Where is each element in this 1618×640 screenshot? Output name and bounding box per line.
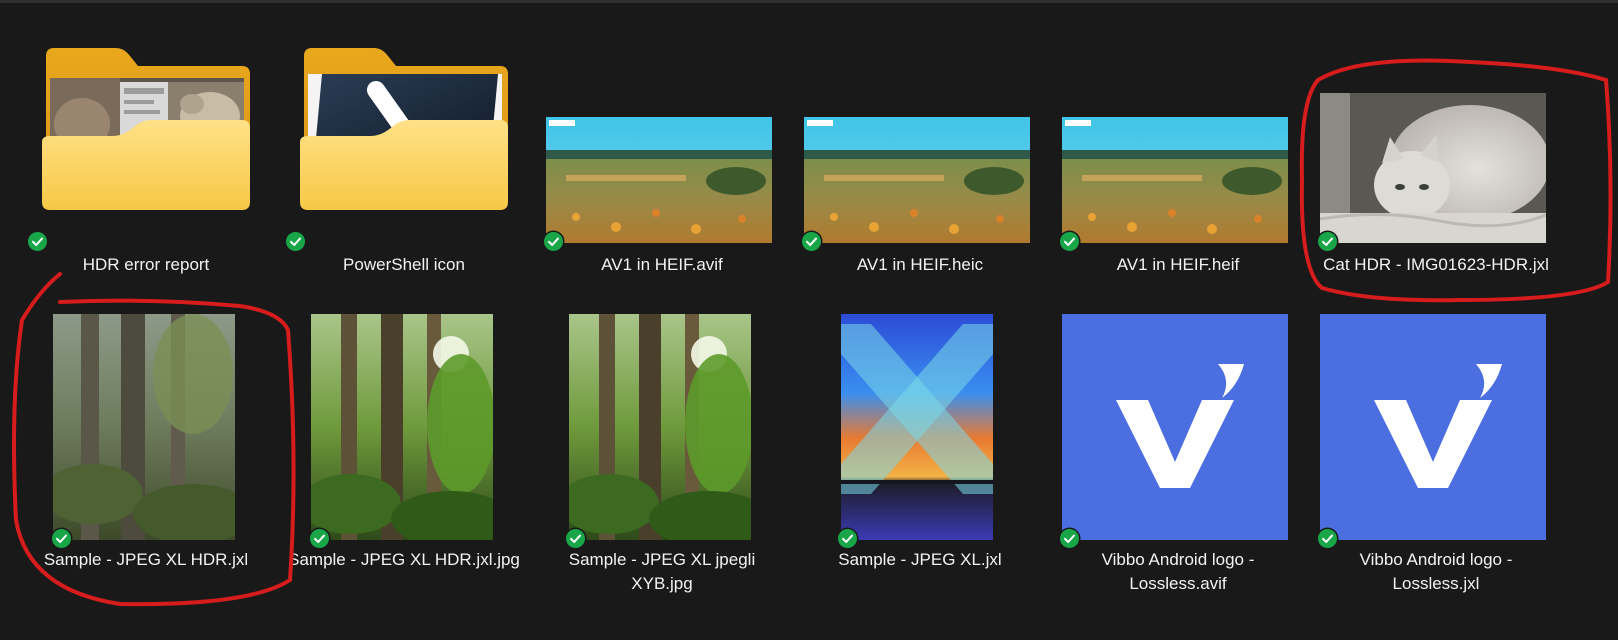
file-name-label: PowerShell icon	[343, 255, 465, 274]
file-name-label: AV1 in HEIF.heif	[1116, 255, 1240, 274]
file-item-vibbo-logo-avif[interactable]: Vibbo Android logo - Lossless.avif	[1046, 294, 1310, 594]
image-thumbnail	[841, 314, 993, 540]
sync-status-check-icon	[1060, 529, 1079, 548]
file-name-label: AV1 in HEIF.avif	[601, 255, 723, 274]
sync-status-check-icon	[802, 232, 821, 251]
file-item-vibbo-logo-jxl[interactable]: Vibbo Android logo - Lossless.jxl	[1304, 294, 1568, 594]
file-name-label-line1: Vibbo Android logo -	[1359, 550, 1513, 569]
image-thumbnail	[546, 117, 772, 243]
file-name-label: AV1 in HEIF.heic	[856, 255, 984, 274]
image-thumbnail	[1062, 117, 1288, 243]
file-name-label: Sample - JPEG XL HDR.jxl	[43, 550, 249, 569]
file-item-sample-jpeg-xl-jxl[interactable]: Sample - JPEG XL.jxl	[788, 294, 1052, 594]
file-item-powershell-icon[interactable]: PowerShell icon	[272, 20, 536, 320]
vibbo-logo-icon	[1320, 314, 1546, 540]
file-item-av1-heif-avif[interactable]: AV1 in HEIF.avif	[530, 20, 794, 320]
sync-status-check-icon	[286, 232, 305, 251]
sync-status-check-icon	[838, 529, 857, 548]
file-name-label-line1: Sample - JPEG XL jpegli	[568, 550, 756, 569]
vibbo-logo-icon	[1062, 314, 1288, 540]
window-top-border	[0, 0, 1618, 3]
file-item-sample-jpeg-xl-hdr-jxl-jpg[interactable]: Sample - JPEG XL HDR.jxl.jpg	[272, 294, 536, 594]
sync-status-check-icon	[28, 232, 47, 251]
file-name-label: HDR error report	[82, 255, 210, 274]
file-item-cat-hdr[interactable]: Cat HDR - IMG01623-HDR.jxl	[1304, 20, 1568, 320]
file-name-label-line2: XYB.jpg	[631, 574, 693, 593]
image-thumbnail	[1320, 93, 1546, 243]
file-name-label: Sample - JPEG XL HDR.jxl.jpg	[288, 550, 520, 569]
image-thumbnail	[804, 117, 1030, 243]
file-name-label: Sample - JPEG XL.jxl	[838, 550, 1002, 569]
sync-status-check-icon	[1060, 232, 1079, 251]
image-thumbnail	[569, 314, 751, 540]
sync-status-check-icon	[544, 232, 563, 251]
file-item-sample-jpeg-xl-hdr-jxl[interactable]: Sample - JPEG XL HDR.jxl	[14, 294, 278, 594]
folder-icon	[300, 48, 508, 210]
file-name-label-line2: Lossless.avif	[1129, 574, 1227, 593]
file-item-av1-heif-heic[interactable]: AV1 in HEIF.heic	[788, 20, 1052, 320]
file-item-av1-heif-heif[interactable]: AV1 in HEIF.heif	[1046, 20, 1310, 320]
file-name-label-line1: Vibbo Android logo -	[1101, 550, 1255, 569]
file-name-label-line2: Lossless.jxl	[1392, 574, 1480, 593]
sync-status-check-icon	[566, 529, 585, 548]
image-thumbnail	[53, 314, 235, 540]
folder-icon	[42, 48, 250, 210]
sync-status-check-icon	[1318, 529, 1337, 548]
image-thumbnail	[311, 314, 493, 540]
file-item-sample-jpeg-xl-jpegli-xyb[interactable]: Sample - JPEG XL jpegli XYB.jpg	[530, 294, 794, 594]
file-item-hdr-error-report[interactable]: HDR error report	[14, 20, 278, 320]
sync-status-check-icon	[310, 529, 329, 548]
sync-status-check-icon	[52, 529, 71, 548]
file-name-label: Cat HDR - IMG01623-HDR.jxl	[1323, 255, 1549, 274]
sync-status-check-icon	[1318, 232, 1337, 251]
